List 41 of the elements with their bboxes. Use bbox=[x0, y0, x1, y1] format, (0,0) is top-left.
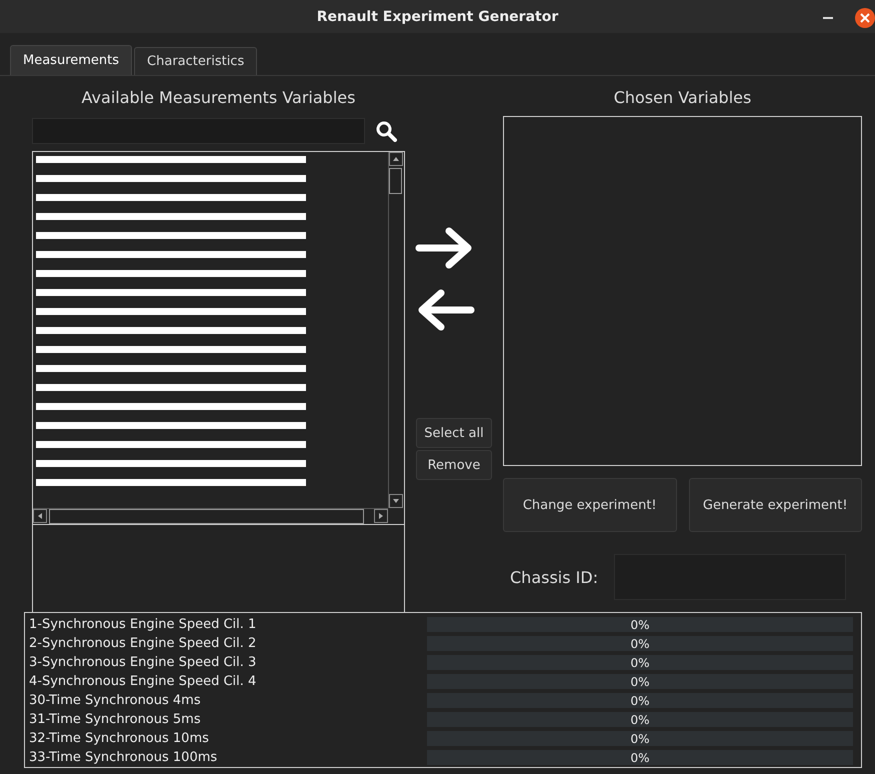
progress-reading: 0% bbox=[630, 618, 650, 632]
left-caret-icon bbox=[38, 513, 42, 519]
scroll-up-button[interactable] bbox=[389, 152, 403, 166]
progress-label: 2-Synchronous Engine Speed Cil. 2 bbox=[29, 636, 258, 651]
progress-reading: 0% bbox=[630, 732, 650, 746]
progress-label: 32-Time Synchronous 10ms bbox=[29, 731, 210, 746]
vertical-scrollbar[interactable] bbox=[388, 152, 404, 508]
generate-experiment-button[interactable]: Generate experiment! bbox=[688, 478, 862, 532]
chassis-id-label: Chassis ID: bbox=[510, 568, 598, 586]
window-title: Renault Experiment Generator bbox=[316, 8, 558, 24]
tab[interactable]: Characteristics bbox=[134, 47, 258, 75]
progress-label: 31-Time Synchronous 5ms bbox=[29, 712, 202, 727]
down-caret-icon bbox=[393, 499, 399, 503]
progress-label: 4-Synchronous Engine Speed Cil. 4 bbox=[29, 674, 258, 689]
scrollbar-thumb[interactable] bbox=[389, 168, 402, 194]
scrollbar-thumb[interactable] bbox=[49, 509, 364, 524]
right-caret-icon bbox=[379, 513, 383, 519]
select-all-button[interactable]: Select all bbox=[416, 418, 492, 448]
progress-reading: 0% bbox=[630, 750, 650, 764]
up-caret-icon bbox=[393, 157, 399, 161]
scroll-down-button[interactable] bbox=[389, 494, 403, 508]
progress-reading: 0% bbox=[630, 712, 650, 726]
progress-label: 30-Time Synchronous 4ms bbox=[29, 693, 202, 708]
tab[interactable]: Measurements bbox=[10, 45, 132, 75]
panel-heading: Available Measurements Variables bbox=[80, 88, 356, 109]
scroll-left-button[interactable] bbox=[33, 509, 47, 523]
close-icon[interactable] bbox=[855, 8, 875, 28]
progress-label: 1-Synchronous Engine Speed Cil. 1 bbox=[29, 617, 258, 632]
progress-reading: 0% bbox=[630, 636, 650, 650]
scroll-right-button[interactable] bbox=[374, 509, 388, 523]
horizontal-scrollbar[interactable] bbox=[33, 508, 388, 524]
change-experiment-button[interactable]: Change experiment! bbox=[503, 478, 676, 532]
minimize-icon[interactable] bbox=[823, 16, 833, 20]
search-icon[interactable] bbox=[375, 120, 397, 142]
panel-heading: Chosen Variables bbox=[612, 88, 752, 109]
progress-reading: 0% bbox=[630, 674, 650, 688]
remove-button[interactable]: Remove bbox=[416, 450, 492, 480]
progress-label: 33-Time Synchronous 100ms bbox=[29, 750, 218, 765]
progress-reading: 0% bbox=[630, 656, 650, 670]
progress-label: 3-Synchronous Engine Speed Cil. 3 bbox=[29, 655, 258, 670]
progress-reading: 0% bbox=[630, 694, 650, 708]
